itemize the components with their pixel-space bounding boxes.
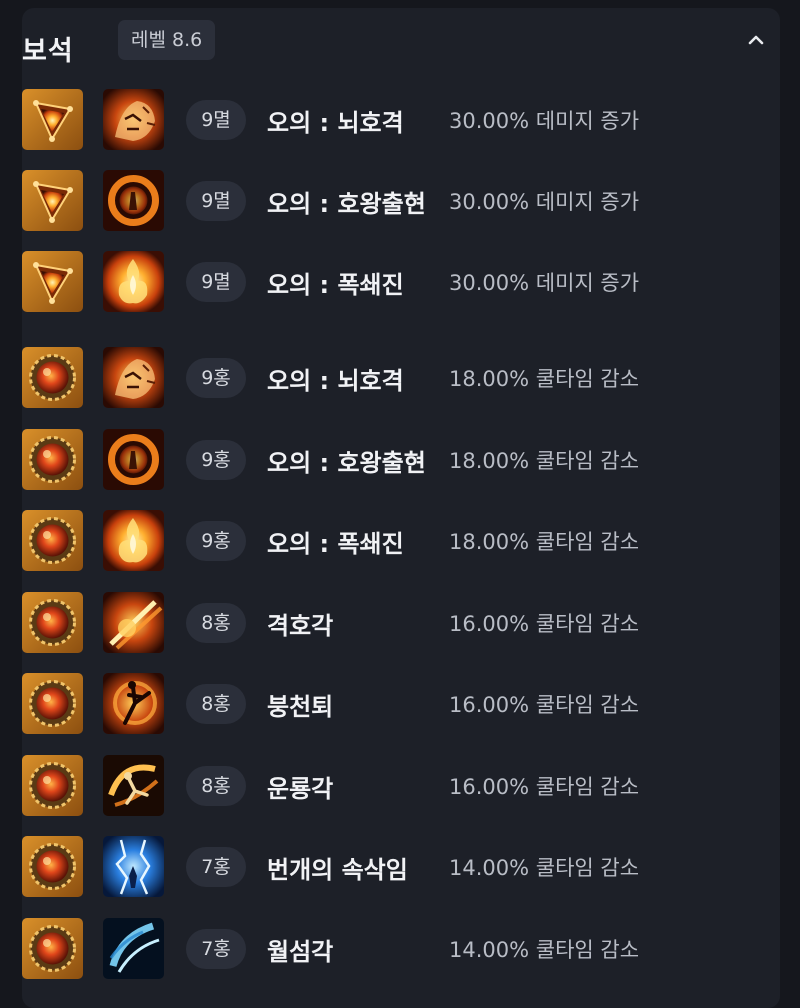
fire-strike-icon	[103, 592, 164, 653]
lightning-icon	[103, 836, 164, 897]
skill-name: 오의 : 호왕출현	[267, 449, 426, 477]
gem-row[interactable]: 8홍 격호각 16.00% 쿨타임 감소	[22, 592, 762, 654]
high-kick-icon	[103, 673, 164, 734]
average-level-badge: 레벨 8.6	[118, 20, 216, 60]
gem-level-badge: 9홍	[186, 440, 246, 480]
gem-row[interactable]: 9홍 오의 : 뇌호격 18.00% 쿨타임 감소	[22, 347, 762, 409]
gem-level-badge: 7홍	[186, 847, 246, 887]
gem-row[interactable]: 9홍 오의 : 호왕출현 18.00% 쿨타임 감소	[22, 429, 762, 491]
flame-burst-icon	[103, 251, 164, 312]
gem-effect: 16.00% 쿨타임 감소	[449, 775, 640, 799]
cooldown-gem-icon	[22, 429, 83, 490]
chevron-up-icon	[748, 35, 764, 45]
gem-level-badge: 9멸	[186, 181, 246, 221]
damage-gem-icon	[22, 251, 83, 312]
crescent-slash-icon	[103, 918, 164, 979]
skill-name: 운룡각	[267, 775, 334, 803]
cooldown-gem-icon	[22, 755, 83, 816]
tiger-roar-icon	[103, 89, 164, 150]
flame-burst-icon	[103, 510, 164, 571]
cooldown-gem-icon	[22, 673, 83, 734]
gem-level-badge: 9홍	[186, 521, 246, 561]
gem-effect: 14.00% 쿨타임 감소	[449, 856, 640, 880]
gem-effect: 30.00% 데미지 증가	[449, 190, 640, 214]
gem-effect: 18.00% 쿨타임 감소	[449, 449, 640, 473]
gem-effect: 18.00% 쿨타임 감소	[449, 530, 640, 554]
gem-section-header: 보석 레벨 8.6	[22, 20, 778, 68]
gem-effect: 30.00% 데미지 증가	[449, 271, 640, 295]
collapse-button[interactable]	[738, 22, 774, 58]
skill-name: 오의 : 뇌호격	[267, 367, 404, 395]
gem-level-badge: 8홍	[186, 603, 246, 643]
gem-level-badge: 9멸	[186, 262, 246, 302]
gem-row[interactable]: 9멸 오의 : 뇌호격 30.00% 데미지 증가	[22, 89, 762, 151]
skill-name: 붕천퇴	[267, 693, 334, 721]
gem-level-badge: 8홍	[186, 684, 246, 724]
gem-level-badge: 9홍	[186, 358, 246, 398]
cooldown-gem-icon	[22, 592, 83, 653]
gem-level-badge: 9멸	[186, 100, 246, 140]
gem-effect: 18.00% 쿨타임 감소	[449, 367, 640, 391]
cooldown-gem-icon	[22, 836, 83, 897]
skill-name: 오의 : 폭쇄진	[267, 530, 404, 558]
gem-row[interactable]: 7홍 월섬각 14.00% 쿨타임 감소	[22, 918, 762, 980]
gem-effect: 30.00% 데미지 증가	[449, 109, 640, 133]
cooldown-gem-icon	[22, 918, 83, 979]
skill-name: 번개의 속삭임	[267, 856, 408, 884]
tiger-roar-icon	[103, 347, 164, 408]
spin-kick-icon	[103, 755, 164, 816]
skill-name: 격호각	[267, 612, 334, 640]
gem-row[interactable]: 8홍 붕천퇴 16.00% 쿨타임 감소	[22, 673, 762, 735]
gem-level-badge: 7홍	[186, 929, 246, 969]
gem-effect: 14.00% 쿨타임 감소	[449, 938, 640, 962]
damage-gem-icon	[22, 89, 83, 150]
gem-row[interactable]: 9멸 오의 : 폭쇄진 30.00% 데미지 증가	[22, 251, 762, 313]
damage-gem-icon	[22, 170, 83, 231]
section-title: 보석	[22, 36, 74, 67]
fire-swirl-icon	[103, 170, 164, 231]
gem-row[interactable]: 9멸 오의 : 호왕출현 30.00% 데미지 증가	[22, 170, 762, 232]
gem-row[interactable]: 7홍 번개의 속삭임 14.00% 쿨타임 감소	[22, 836, 762, 898]
skill-name: 월섬각	[267, 938, 334, 966]
gem-effect: 16.00% 쿨타임 감소	[449, 693, 640, 717]
skill-name: 오의 : 뇌호격	[267, 109, 404, 137]
gem-row[interactable]: 9홍 오의 : 폭쇄진 18.00% 쿨타임 감소	[22, 510, 762, 572]
cooldown-gem-icon	[22, 510, 83, 571]
gem-row[interactable]: 8홍 운룡각 16.00% 쿨타임 감소	[22, 755, 762, 817]
fire-swirl-icon	[103, 429, 164, 490]
gem-level-badge: 8홍	[186, 766, 246, 806]
gem-effect: 16.00% 쿨타임 감소	[449, 612, 640, 636]
skill-name: 오의 : 호왕출현	[267, 190, 426, 218]
cooldown-gem-icon	[22, 347, 83, 408]
skill-name: 오의 : 폭쇄진	[267, 271, 404, 299]
